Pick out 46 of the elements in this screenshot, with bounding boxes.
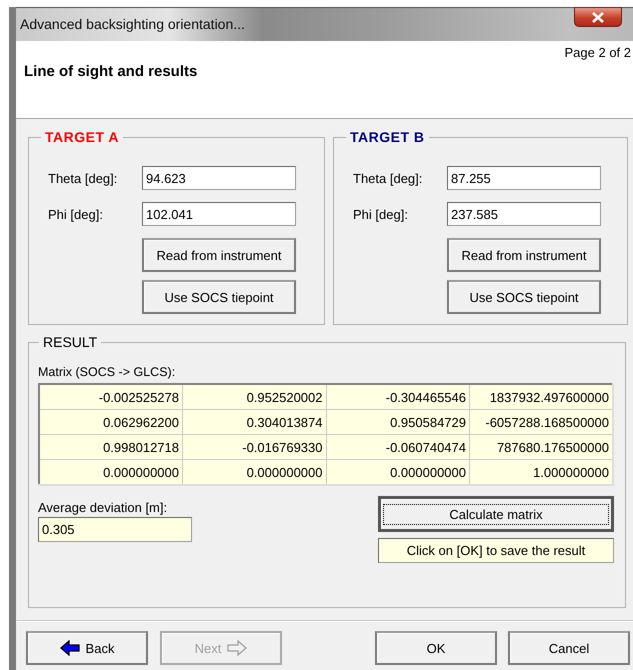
group-title: TARGET A [41, 129, 123, 145]
read-button[interactable]: Read from instrument [447, 238, 601, 272]
matrix-cell: 0.952520002 [182, 384, 326, 410]
arrow-left-icon [60, 640, 80, 656]
field-label: Theta [deg]: [48, 170, 118, 186]
hint-text: Click on [OK] to save the result [378, 538, 614, 563]
page-title: Line of sight and results [24, 63, 198, 80]
deviation-field[interactable]: 0.305 [38, 517, 192, 542]
matrix-cell: 0.062962200 [39, 410, 182, 434]
tiepoint-button[interactable]: Use SOCS tiepoint [142, 280, 296, 314]
deviation-label: Average deviation [m]: [38, 500, 168, 515]
window-title: Advanced backsighting orientation... [20, 16, 245, 32]
matrix-label: Matrix (SOCS -> GLCS): [38, 365, 176, 379]
field-label: Phi [deg]: [48, 206, 104, 222]
field-label: Theta [deg]: [353, 170, 424, 186]
back-button[interactable]: Back [26, 631, 148, 665]
dialog-button[interactable]: Cancel [508, 631, 630, 665]
page-indicator: Page 2 of 2 [564, 45, 631, 60]
close-icon [592, 12, 604, 22]
matrix-cell: 0.304013874 [182, 410, 326, 434]
matrix-cell: 0.000000000 [39, 460, 182, 485]
matrix-cell: 0.000000000 [326, 460, 470, 485]
matrix-cell: 787680.176500000 [470, 434, 613, 460]
matrix-cell: 0.000000000 [182, 460, 326, 485]
matrix-cell: 1837932.497600000 [470, 384, 613, 410]
matrix-cell: -0.002525278 [39, 384, 182, 410]
tiepoint-button[interactable]: Use SOCS tiepoint [447, 280, 601, 314]
arrow-right-icon [227, 640, 248, 656]
input-field[interactable]: 237.585 [447, 202, 601, 226]
matrix-cell: -0.304465546 [326, 384, 470, 410]
input-field[interactable]: 87.255 [447, 166, 601, 190]
dialog-button[interactable]: OK [375, 631, 497, 665]
input-field[interactable]: 94.623 [142, 166, 296, 190]
read-button[interactable]: Read from instrument [142, 238, 296, 272]
group-title: TARGET B [346, 129, 429, 145]
matrix-cell: 0.998012718 [39, 434, 182, 460]
matrix-cell: -0.016769330 [182, 434, 326, 460]
matrix-cell: 1.000000000 [470, 460, 613, 485]
matrix-cell: -0.060740474 [326, 434, 470, 460]
group-title: RESULT [39, 334, 102, 350]
input-field[interactable]: 102.041 [142, 202, 296, 226]
matrix-cell: 0.950584729 [326, 410, 470, 434]
close-button[interactable] [574, 7, 622, 27]
calculate-button[interactable]: Calculate matrix [378, 496, 614, 532]
field-label: Phi [deg]: [353, 206, 409, 222]
matrix-cell: -6057288.168500000 [470, 410, 613, 434]
